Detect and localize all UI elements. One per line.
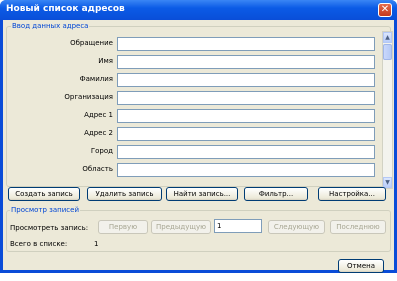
field-label: Фамилия <box>79 75 113 83</box>
salutation-input[interactable] <box>117 37 375 51</box>
field-row-organization: Организация <box>9 91 383 105</box>
last-name-input[interactable] <box>117 73 375 87</box>
field-label: Область <box>82 165 113 173</box>
cancel-button[interactable]: Отмена <box>338 259 384 273</box>
close-icon[interactable]: ✕ <box>378 3 392 17</box>
organization-input[interactable] <box>117 91 375 105</box>
field-label: Имя <box>98 57 113 65</box>
settings-button[interactable]: Настройка... <box>318 187 386 201</box>
view-record-label: Просмотреть запись: <box>10 224 89 232</box>
address-1-input[interactable] <box>117 109 375 123</box>
fields-container: Обращение Имя Фамилия Организация Адрес … <box>6 28 393 189</box>
first-record-button[interactable]: Первую <box>98 220 148 234</box>
field-label: Организация <box>64 93 113 101</box>
field-row-region: Область <box>9 163 383 177</box>
scroll-thumb[interactable] <box>383 44 392 60</box>
filter-button[interactable]: Фильтр... <box>244 187 308 201</box>
region-input[interactable] <box>117 163 375 177</box>
view-records-legend: Просмотр записей <box>10 206 80 214</box>
scroll-up-icon[interactable]: ▲ <box>383 32 392 43</box>
field-label: Адрес 2 <box>84 129 113 137</box>
window-title: Новый список адресов <box>6 4 125 14</box>
record-number-input[interactable]: 1 <box>214 219 262 233</box>
field-row-address-2: Адрес 2 <box>9 127 383 141</box>
last-record-button[interactable]: Последнюю <box>330 220 386 234</box>
field-row-first-name: Имя <box>9 55 383 69</box>
address-2-input[interactable] <box>117 127 375 141</box>
first-name-input[interactable] <box>117 55 375 69</box>
background-strip <box>0 273 397 281</box>
create-record-button[interactable]: Создать запись <box>8 187 80 201</box>
find-record-button[interactable]: Найти запись... <box>166 187 238 201</box>
new-address-list-dialog: Новый список адресов ✕ Ввод данных адрес… <box>0 0 397 273</box>
field-row-address-1: Адрес 1 <box>9 109 383 123</box>
fields-scrollbar[interactable]: ▲ ▼ <box>382 31 393 189</box>
field-label: Адрес 1 <box>84 111 113 119</box>
fields-list: Обращение Имя Фамилия Организация Адрес … <box>9 31 383 189</box>
previous-record-button[interactable]: Предыдущую <box>151 220 211 234</box>
city-input[interactable] <box>117 145 375 159</box>
field-row-last-name: Фамилия <box>9 73 383 87</box>
dialog-body: Ввод данных адреса Обращение Имя Фамилия… <box>3 20 394 273</box>
title-bar[interactable]: Новый список адресов ✕ <box>0 0 397 20</box>
field-label: Обращение <box>70 39 113 47</box>
field-row-city: Город <box>9 145 383 159</box>
next-record-button[interactable]: Следующую <box>268 220 325 234</box>
field-label: Город <box>90 147 113 155</box>
field-row-salutation: Обращение <box>9 37 383 51</box>
delete-record-button[interactable]: Удалить запись <box>87 187 162 201</box>
total-in-list-label: Всего в списке: <box>10 240 68 248</box>
total-in-list-value: 1 <box>94 240 99 248</box>
